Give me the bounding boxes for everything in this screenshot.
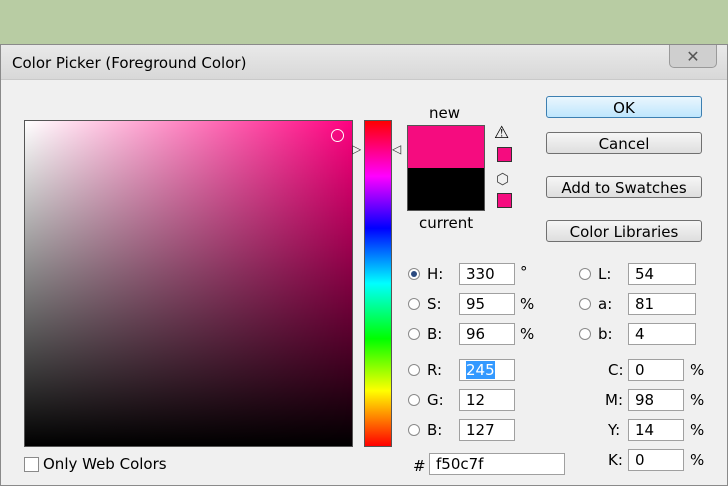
web-safe-cube-icon[interactable]: ⬡ xyxy=(496,170,509,188)
hue-input[interactable]: 330 xyxy=(459,263,515,285)
magenta-label: M: xyxy=(605,391,623,409)
hue-unit: ° xyxy=(520,263,528,281)
title-bar: Color Picker (Foreground Color) ✕ xyxy=(1,45,727,80)
new-color-swatch xyxy=(407,125,485,168)
hue-slider-arrow-left-icon[interactable]: ◁ xyxy=(392,143,401,155)
close-icon: ✕ xyxy=(686,46,700,66)
yellow-input[interactable]: 14 xyxy=(628,419,684,441)
red-input[interactable]: 245 xyxy=(459,359,515,381)
lab-l-radio[interactable] xyxy=(579,268,591,280)
black-input[interactable]: 0 xyxy=(628,449,684,471)
yellow-label: Y: xyxy=(608,421,621,439)
brightness-radio[interactable] xyxy=(408,328,420,340)
cyan-label: C: xyxy=(608,361,624,379)
lab-a-input[interactable]: 81 xyxy=(628,293,696,315)
brightness-input[interactable]: 96 xyxy=(459,323,515,345)
green-radio[interactable] xyxy=(408,394,420,406)
lab-l-input[interactable]: 54 xyxy=(628,263,696,285)
cyan-unit: % xyxy=(690,361,705,379)
green-label: G: xyxy=(427,391,444,409)
hue-label: H: xyxy=(427,265,444,283)
ok-button[interactable]: OK xyxy=(546,96,702,118)
lab-b-label: b: xyxy=(598,325,613,343)
dialog-title: Color Picker (Foreground Color) xyxy=(12,54,247,72)
hue-slider[interactable] xyxy=(364,120,392,447)
hex-label: # xyxy=(413,457,426,475)
lab-b-input[interactable]: 4 xyxy=(628,323,696,345)
color-selector-marker[interactable] xyxy=(331,129,344,142)
color-libraries-button[interactable]: Color Libraries xyxy=(546,220,702,242)
black-label: K: xyxy=(608,451,623,469)
lab-a-radio[interactable] xyxy=(579,298,591,310)
saturation-unit: % xyxy=(520,295,535,313)
gamut-correction-swatch[interactable] xyxy=(497,147,512,162)
saturation-radio[interactable] xyxy=(408,298,420,310)
green-input[interactable]: 12 xyxy=(459,389,515,411)
brightness-unit: % xyxy=(520,325,535,343)
lab-l-label: L: xyxy=(598,265,612,283)
hex-input[interactable]: f50c7f xyxy=(429,453,565,475)
magenta-input[interactable]: 98 xyxy=(628,389,684,411)
cancel-button[interactable]: Cancel xyxy=(546,132,702,154)
yellow-unit: % xyxy=(690,421,705,439)
magenta-unit: % xyxy=(690,391,705,409)
brightness-label: B: xyxy=(427,325,443,343)
current-color-swatch[interactable] xyxy=(407,168,485,211)
web-safe-correction-swatch[interactable] xyxy=(497,193,512,208)
saturation-label: S: xyxy=(427,295,442,313)
blue-radio[interactable] xyxy=(408,424,420,436)
blue-input[interactable]: 127 xyxy=(459,419,515,441)
red-label: R: xyxy=(427,361,443,379)
new-color-label: new xyxy=(429,104,461,122)
add-to-swatches-button[interactable]: Add to Swatches xyxy=(546,176,702,198)
out-of-gamut-warning-icon[interactable]: ⚠ xyxy=(494,123,509,143)
current-color-label: current xyxy=(419,214,474,232)
blue-label: B: xyxy=(427,421,443,439)
only-web-colors-label[interactable]: Only Web Colors xyxy=(43,455,167,473)
only-web-colors-checkbox[interactable] xyxy=(24,457,39,472)
saturation-input[interactable]: 95 xyxy=(459,293,515,315)
saturation-brightness-field[interactable] xyxy=(24,120,353,447)
red-input-selected-text: 245 xyxy=(466,361,495,379)
hue-radio[interactable] xyxy=(408,268,420,280)
cyan-input[interactable]: 0 xyxy=(628,359,684,381)
lab-b-radio[interactable] xyxy=(579,328,591,340)
lab-a-label: a: xyxy=(598,295,613,313)
hue-slider-arrow-right-icon[interactable]: ▷ xyxy=(352,143,361,155)
black-unit: % xyxy=(690,451,705,469)
close-button[interactable]: ✕ xyxy=(669,45,717,68)
red-radio[interactable] xyxy=(408,364,420,376)
